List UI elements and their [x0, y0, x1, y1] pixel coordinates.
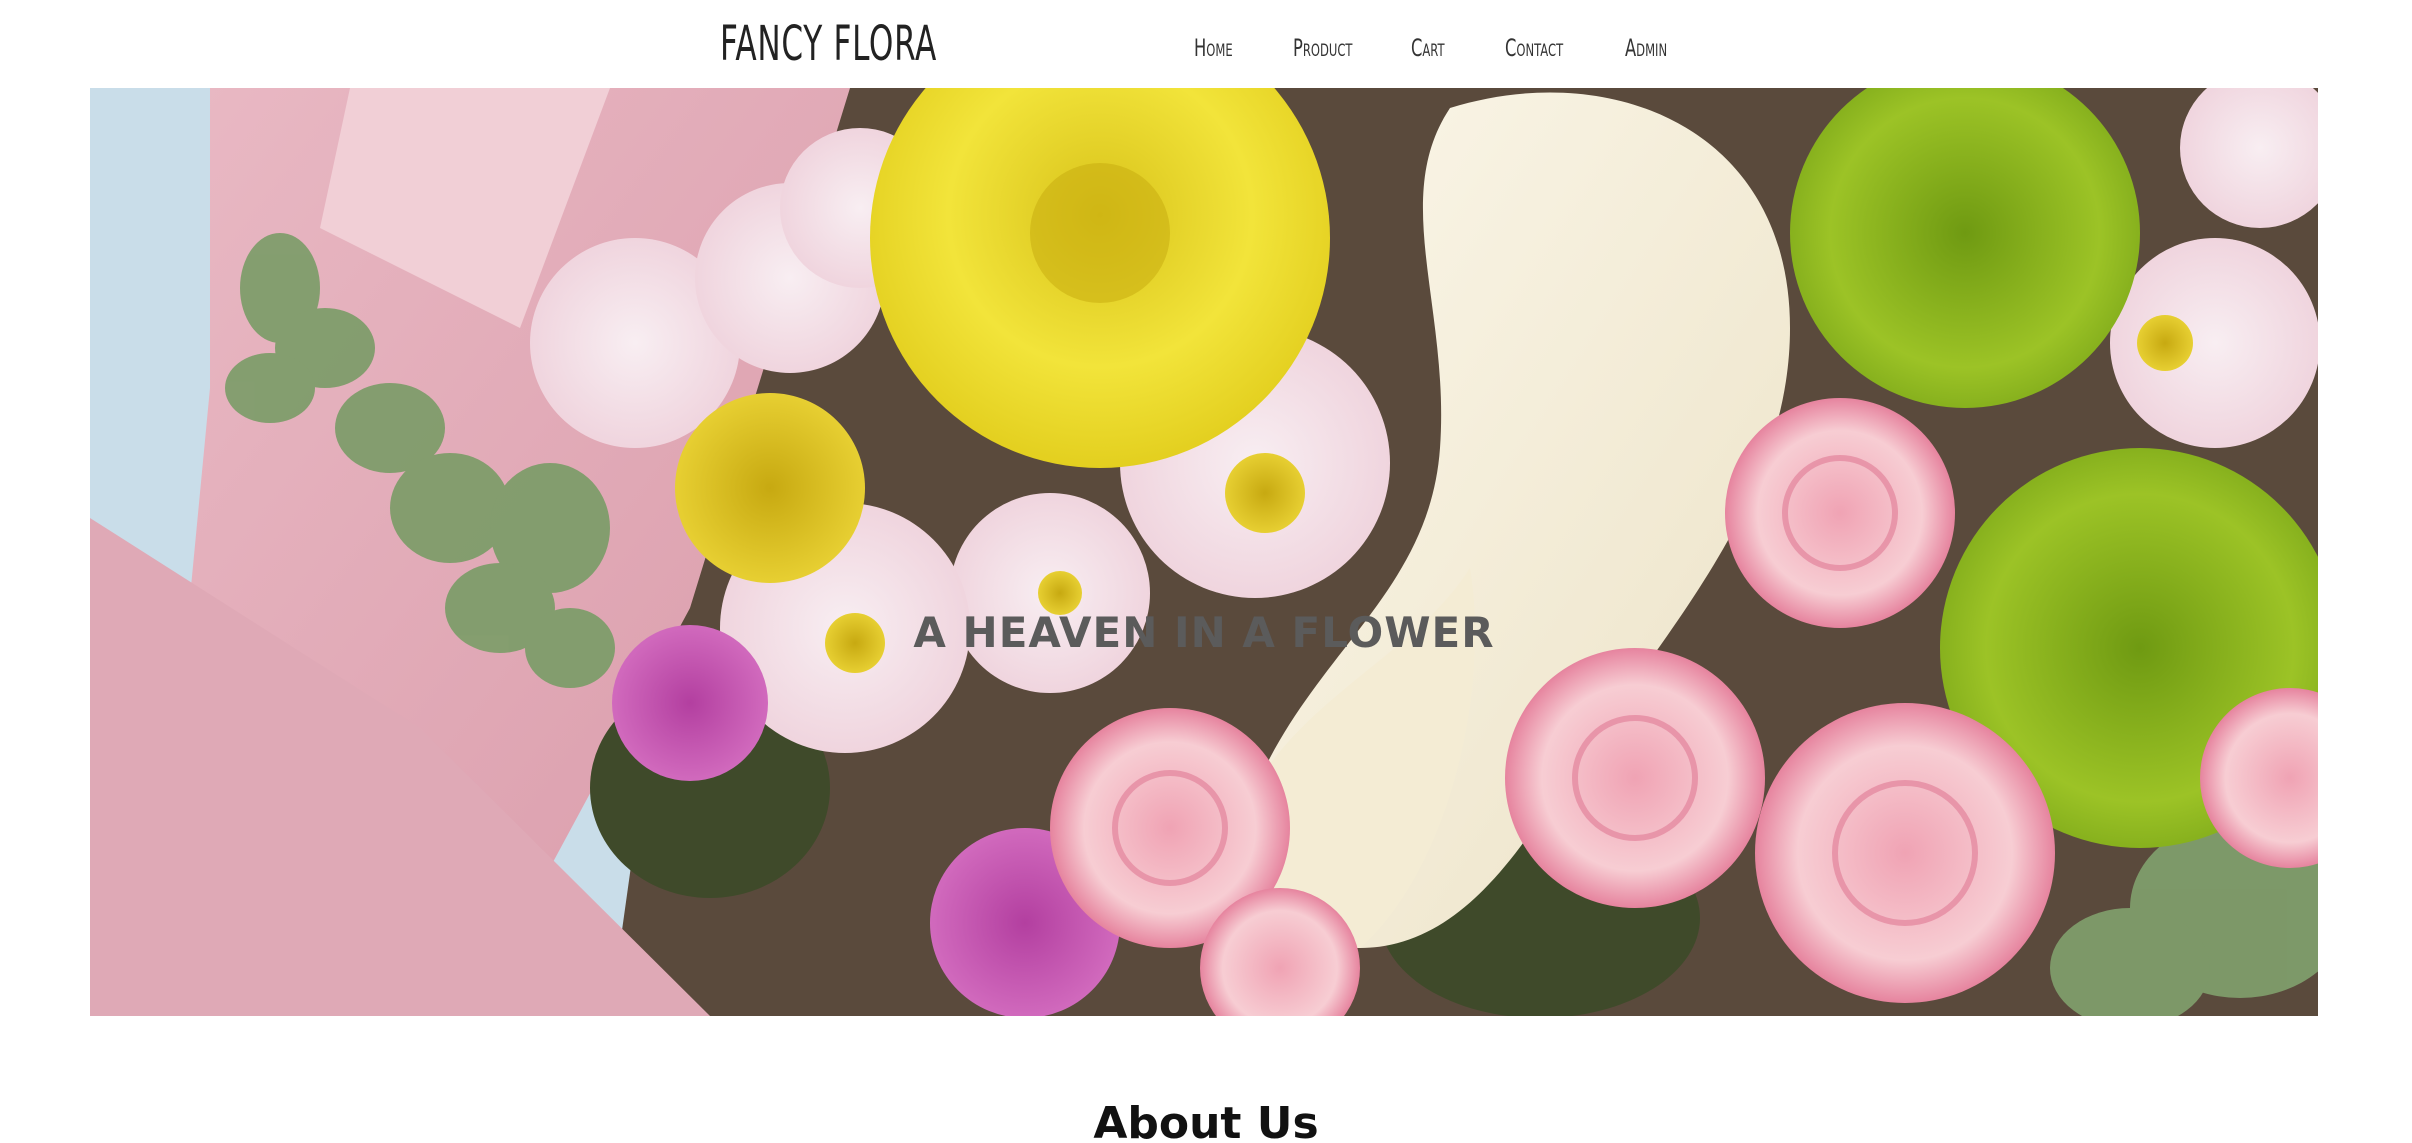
- hero-title: A HEAVEN IN A FLOWER: [913, 608, 1495, 657]
- nav-product[interactable]: Product: [1293, 30, 1352, 66]
- about-heading: About Us: [1093, 1098, 1319, 1143]
- nav-admin[interactable]: Admin: [1625, 30, 1667, 66]
- nav-home[interactable]: Home: [1194, 30, 1233, 66]
- site-header: FANCY FLORA Home Product Cart Contact Ad…: [0, 0, 2412, 88]
- hero-banner: A HEAVEN IN A FLOWER: [90, 88, 2318, 1016]
- nav-contact[interactable]: Contact: [1505, 30, 1563, 66]
- nav-cart[interactable]: Cart: [1411, 30, 1445, 66]
- main-nav: Home Product Cart Contact Admin: [0, 30, 2412, 66]
- flower-bouquet-image: [90, 88, 2318, 1016]
